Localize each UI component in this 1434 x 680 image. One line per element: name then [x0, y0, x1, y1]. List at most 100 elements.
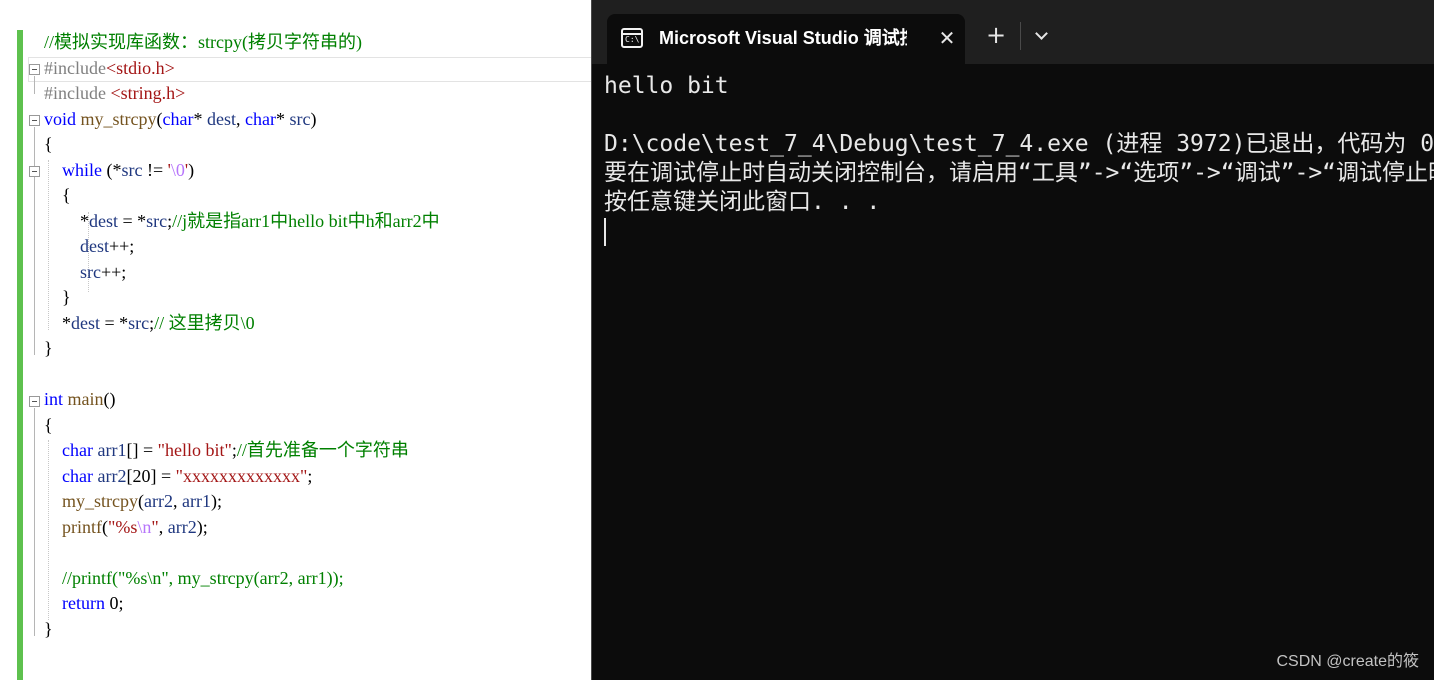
code-token: ,	[172, 491, 182, 511]
code-token: char	[62, 440, 93, 460]
code-token: "	[151, 516, 159, 537]
code-token: main	[67, 389, 104, 409]
fold-line-includes	[34, 76, 35, 94]
code-line[interactable]: {	[44, 132, 53, 157]
fold-toggle-includes[interactable]	[29, 64, 40, 75]
code-line[interactable]: printf("%s\n", arr2);	[44, 515, 208, 540]
code-line[interactable]: #include <string.h>	[44, 81, 185, 106]
code-token: #include	[44, 57, 106, 78]
terminal-icon-label: C:\	[625, 35, 640, 44]
new-tab-button[interactable]: +	[982, 22, 1010, 50]
code-token: src	[146, 210, 168, 231]
code-line[interactable]: return 0;	[44, 591, 124, 616]
code-line[interactable]: *dest = *src;// 这里拷贝\0	[44, 311, 255, 336]
code-token: int	[44, 389, 64, 409]
code-token: my_strcpy	[80, 108, 157, 129]
code-token: //j就是指arr1中hello bit中h和arr2中	[172, 210, 440, 231]
console-output-line: D:\code\test_7_4\Debug\test_7_4.exe (进程 …	[604, 131, 1434, 157]
code-line[interactable]: void my_strcpy(char* dest, char* src)	[44, 107, 316, 132]
code-token: ++;	[101, 261, 127, 282]
code-token: #include	[44, 83, 111, 103]
console-output[interactable]: hello bit D:\code\test_7_4\Debug\test_7_…	[604, 72, 1434, 632]
code-token: );	[210, 491, 222, 511]
code-token: src	[121, 159, 143, 180]
code-line[interactable]: }	[44, 617, 53, 642]
code-line[interactable]: while (*src != '\0')	[44, 158, 194, 183]
code-line[interactable]: *dest = *src;//j就是指arr1中hello bit中h和arr2…	[44, 209, 440, 234]
code-token: );	[196, 516, 208, 537]
code-token: "%s	[108, 516, 138, 537]
code-token: char	[245, 108, 276, 129]
code-token: }	[44, 338, 53, 358]
code-line[interactable]: my_strcpy(arr2, arr1);	[44, 489, 222, 514]
close-icon[interactable]: ✕	[935, 26, 959, 50]
code-line[interactable]: int main()	[44, 387, 116, 412]
code-token: my_strcpy	[62, 491, 138, 511]
code-token: )	[310, 108, 317, 129]
code-token: arr2	[144, 491, 173, 511]
code-token: arr2	[97, 465, 127, 486]
code-line[interactable]: }	[44, 285, 71, 310]
console-output-line: hello bit	[604, 73, 729, 99]
code-token: //首先准备一个字符串	[236, 440, 409, 460]
code-editor[interactable]: //模拟实现库函数：strcpy(拷贝字符串的) #include<stdio.h…	[0, 0, 600, 680]
code-line[interactable]: //printf("%s\n", my_strcpy(arr2, arr1));	[44, 566, 344, 591]
chevron-down-icon[interactable]	[1028, 22, 1056, 50]
code-token: \0	[170, 159, 185, 180]
code-line[interactable]: dest++;	[44, 234, 134, 259]
code-token: = *	[100, 312, 129, 333]
code-line[interactable]: {	[44, 183, 71, 208]
code-token: ++;	[109, 236, 135, 256]
code-token: )	[188, 159, 195, 180]
console-titlebar[interactable]: C:\ Microsoft Visual Studio 调试控制台 ✕ +	[592, 0, 1434, 64]
code-token: // 这里拷贝\0	[154, 312, 255, 333]
code-token: (*	[102, 159, 122, 180]
code-token: *	[44, 210, 89, 231]
code-token: {	[44, 134, 53, 154]
code-token: arr2	[167, 516, 197, 537]
fold-line-main	[34, 408, 35, 636]
code-line[interactable]: #include<stdio.h>	[44, 56, 175, 81]
code-token: arr1	[181, 491, 211, 511]
code-token: [20] =	[126, 465, 176, 486]
code-token: [] =	[126, 440, 158, 460]
code-token: dest	[89, 210, 118, 231]
code-token: dest	[80, 236, 109, 256]
code-token: char	[62, 465, 93, 486]
code-token: void	[44, 108, 77, 129]
console-tab[interactable]: C:\ Microsoft Visual Studio 调试控制台 ✕	[607, 14, 965, 64]
terminal-icon: C:\	[621, 28, 643, 48]
code-token: }	[44, 287, 71, 307]
code-token: ,	[236, 108, 245, 129]
code-line[interactable]: //模拟实现库函数：strcpy(拷贝字符串的)	[44, 30, 362, 55]
tab-separator	[1020, 22, 1021, 50]
code-token: //模拟实现库函数：strcpy(拷贝字符串的)	[44, 32, 362, 52]
code-line[interactable]: char arr1[] = "hello bit";//首先准备一个字符串	[44, 438, 409, 463]
code-line[interactable]: char arr2[20] = "xxxxxxxxxxxxx";	[44, 464, 312, 489]
code-token: ;	[307, 465, 313, 486]
code-token: !=	[142, 159, 168, 180]
code-token: ()	[103, 389, 116, 409]
fold-toggle-my-strcpy[interactable]	[29, 115, 40, 126]
watermark: CSDN @create的筱	[1276, 653, 1420, 670]
code-token: return	[62, 593, 105, 613]
code-line[interactable]: }	[44, 336, 53, 361]
code-token: {	[44, 414, 53, 435]
code-token: *	[193, 108, 207, 129]
debug-console-window[interactable]: C:\ Microsoft Visual Studio 调试控制台 ✕ + he…	[591, 0, 1434, 680]
code-line[interactable]: {	[44, 413, 53, 438]
code-token: *	[44, 312, 71, 333]
fold-toggle-main[interactable]	[29, 396, 40, 407]
code-line[interactable]: src++;	[44, 260, 126, 285]
fold-toggle-while[interactable]	[29, 166, 40, 177]
code-token: <string.h>	[110, 83, 186, 103]
text-cursor	[604, 218, 606, 246]
code-token: while	[62, 159, 102, 180]
